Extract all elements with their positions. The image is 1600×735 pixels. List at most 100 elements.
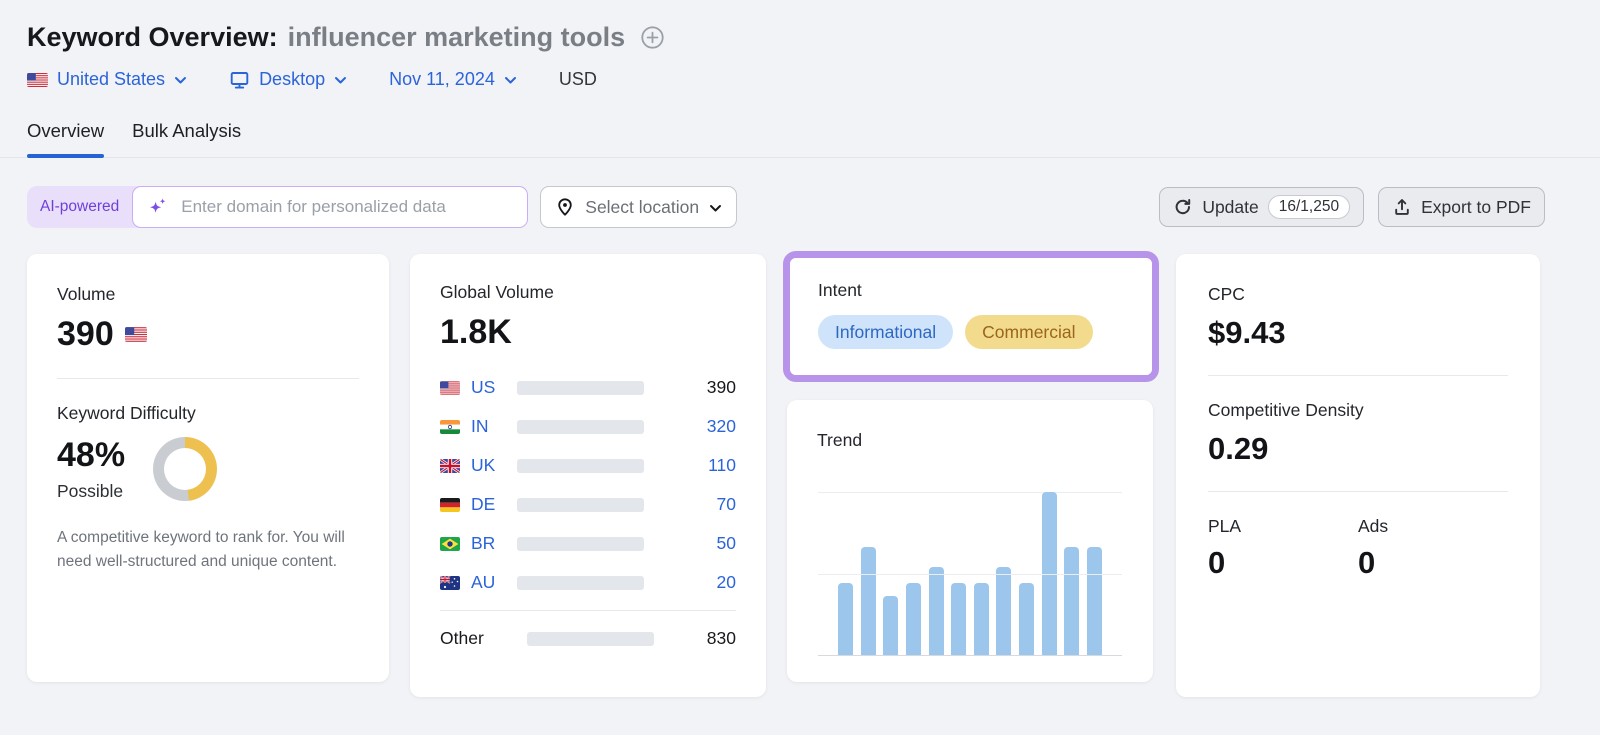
update-button[interactable]: Update 16/1,250 xyxy=(1159,187,1365,227)
chevron-down-icon xyxy=(709,204,722,213)
country-volume-list: US 390 IN 320 UK 110 DE 70 BR 50 AU 20 O… xyxy=(440,368,736,658)
country-code-link[interactable]: IN xyxy=(471,416,507,437)
update-label: Update xyxy=(1202,196,1259,217)
us-flag-icon xyxy=(440,380,460,395)
trend-card: Trend xyxy=(787,400,1153,682)
sparkles-icon xyxy=(147,196,169,218)
location-pin-icon xyxy=(555,197,575,217)
volume-bar xyxy=(517,575,644,590)
select-location-label: Select location xyxy=(585,196,700,217)
country-row-de: DE 70 xyxy=(440,485,736,524)
date-label: Nov 11, 2024 xyxy=(389,69,495,89)
country-code-link[interactable]: US xyxy=(471,377,507,398)
intent-badge-informational: Informational xyxy=(818,315,954,349)
ads-value: 0 xyxy=(1358,545,1376,580)
us-flag-icon xyxy=(124,327,147,342)
country-volume-value[interactable]: 110 xyxy=(708,455,736,476)
country-row-us: US 390 xyxy=(440,368,736,407)
competitive-density-value: 0.29 xyxy=(1208,431,1269,466)
keyword-overview-page: Keyword Overview: influencer marketing t… xyxy=(0,0,1600,697)
keyword-difficulty-description: A competitive keyword to rank for. You w… xyxy=(57,529,345,571)
other-volume-value: 830 xyxy=(706,628,736,648)
cpc-value: $9.43 xyxy=(1208,315,1286,350)
country-code-link[interactable]: AU xyxy=(471,572,507,593)
chevron-down-icon xyxy=(504,76,517,85)
trend-chart xyxy=(818,492,1122,656)
device-label: Desktop xyxy=(259,69,326,89)
country-row-other: Other 830 xyxy=(440,619,736,658)
export-pdf-button[interactable]: Export to PDF xyxy=(1378,187,1545,227)
country-row-uk: UK 110 xyxy=(440,446,736,485)
page-title: Keyword Overview: xyxy=(27,22,278,52)
country-code-link[interactable]: UK xyxy=(471,455,507,476)
export-icon xyxy=(1392,197,1412,217)
volume-bar xyxy=(517,380,644,395)
add-keyword-icon[interactable] xyxy=(639,24,666,51)
global-volume-value: 1.8K xyxy=(440,313,512,351)
country-code-link[interactable]: BR xyxy=(471,533,507,554)
volume-card: Volume 390 Keyword Difficulty 48% Possib… xyxy=(27,254,389,682)
update-quota-counter: 16/1,250 xyxy=(1267,195,1351,219)
page-keyword: influencer marketing tools xyxy=(287,22,626,52)
ai-domain-group: AI-powered xyxy=(27,186,529,228)
pla-label: PLA xyxy=(1208,516,1242,536)
competitive-density-label: Competitive Density xyxy=(1208,400,1364,420)
intent-highlight-box: Intent Informational Commercial xyxy=(783,251,1159,382)
toolbar: AI-powered Select location Update xyxy=(27,186,1545,228)
divider xyxy=(1208,375,1508,376)
country-row-br: BR 50 xyxy=(440,524,736,563)
device-selector[interactable]: Desktop xyxy=(229,69,347,90)
tab-overview[interactable]: Overview xyxy=(27,120,105,158)
volume-bar xyxy=(517,536,644,551)
export-pdf-label: Export to PDF xyxy=(1421,196,1531,217)
au-flag-icon xyxy=(440,575,460,590)
country-volume-value: 390 xyxy=(706,377,736,397)
keyword-difficulty-value: 48% xyxy=(57,436,126,474)
trend-bars xyxy=(818,492,1122,655)
divider xyxy=(1208,491,1508,492)
pla-value: 0 xyxy=(1208,545,1226,580)
domain-input[interactable] xyxy=(179,196,514,218)
cpc-card: CPC $9.43 Competitive Density 0.29 PLA 0… xyxy=(1176,254,1540,697)
de-flag-icon xyxy=(440,497,460,512)
volume-bar xyxy=(517,497,644,512)
country-volume-value[interactable]: 320 xyxy=(707,416,736,437)
select-location-dropdown[interactable]: Select location xyxy=(540,186,738,228)
volume-label: Volume xyxy=(57,284,116,304)
volume-bar xyxy=(517,458,644,473)
global-volume-card: Global Volume 1.8K US 390 IN 320 UK 110 … xyxy=(410,254,766,697)
country-volume-value[interactable]: 50 xyxy=(717,533,736,554)
br-flag-icon xyxy=(440,536,460,551)
country-row-in: IN 320 xyxy=(440,407,736,446)
country-volume-value[interactable]: 70 xyxy=(717,494,736,515)
date-selector[interactable]: Nov 11, 2024 xyxy=(389,69,517,90)
ai-powered-badge: AI-powered xyxy=(40,198,120,215)
other-label: Other xyxy=(440,628,484,648)
divider xyxy=(57,378,359,379)
intent-card: Intent Informational Commercial xyxy=(790,258,1152,375)
domain-input-wrap xyxy=(132,186,529,228)
country-selector[interactable]: United States xyxy=(27,69,187,90)
trend-label: Trend xyxy=(817,430,863,450)
chevron-down-icon xyxy=(334,76,347,85)
chevron-down-icon xyxy=(174,76,187,85)
currency-label: USD xyxy=(558,69,597,89)
tab-bulk-analysis[interactable]: Bulk Analysis xyxy=(132,120,241,157)
metrics-cards: Volume 390 Keyword Difficulty 48% Possib… xyxy=(27,251,1545,697)
divider xyxy=(440,610,736,611)
country-row-au: AU 20 xyxy=(440,563,736,602)
page-header: Keyword Overview: influencer marketing t… xyxy=(27,22,1545,53)
uk-flag-icon xyxy=(440,458,460,473)
country-volume-value[interactable]: 20 xyxy=(717,572,736,593)
in-flag-icon xyxy=(440,419,460,434)
desktop-icon xyxy=(229,70,250,90)
filter-bar: United States Desktop Nov 11, 2024 USD xyxy=(27,69,1545,90)
intent-label: Intent xyxy=(818,280,862,300)
intent-badge-commercial: Commercial xyxy=(965,315,1093,349)
keyword-difficulty-level: Possible xyxy=(57,481,124,501)
keyword-difficulty-label: Keyword Difficulty xyxy=(57,403,196,423)
country-code-link[interactable]: DE xyxy=(471,494,507,515)
global-volume-label: Global Volume xyxy=(440,282,554,302)
intent-trend-column: Intent Informational Commercial Trend xyxy=(783,251,1159,682)
volume-value: 390 xyxy=(57,315,114,353)
